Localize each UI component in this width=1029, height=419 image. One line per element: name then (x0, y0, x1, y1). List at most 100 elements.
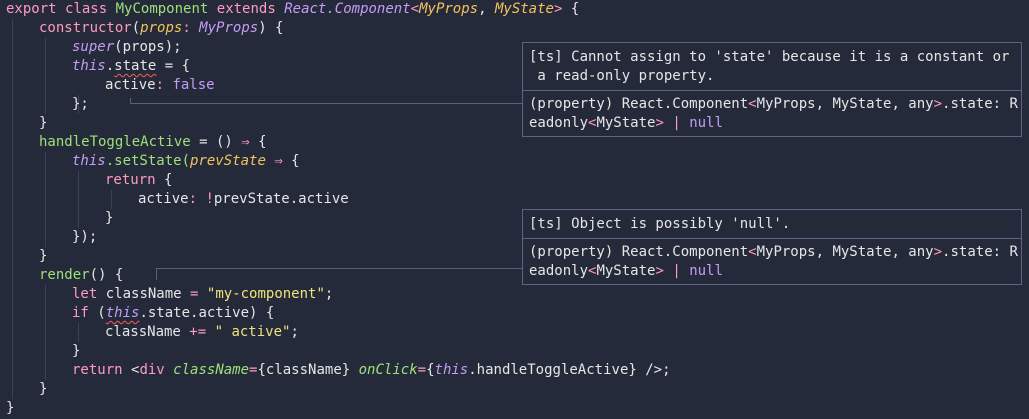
punctuation: ; (324, 286, 334, 302)
code-line: this.state = { (6, 57, 190, 76)
keyword: extends (216, 1, 276, 17)
tooltip-connector (156, 268, 522, 269)
parameter: prevState (190, 153, 266, 169)
punctuation: { (562, 1, 580, 17)
sig-text: MyState (596, 115, 656, 131)
tooltip-connector (156, 268, 157, 280)
code-line: } (6, 114, 47, 133)
code-text: .handleToggleActive} (468, 362, 637, 378)
error-message: [ts] Object is possibly 'null'. (529, 216, 791, 232)
sig-text: (property) React.Component (529, 96, 749, 112)
code-text: } (39, 381, 48, 397)
code-line: } (6, 380, 47, 399)
code-text: {className} (257, 362, 351, 378)
type-signature: (property) React.Component<MyProps, MySt… (523, 238, 1021, 285)
code-line: } (6, 342, 80, 361)
code-line: } (6, 209, 113, 228)
sig-null: null (689, 115, 723, 131)
sig-null: null (689, 263, 723, 279)
sig-punct: | (663, 115, 690, 131)
code-line: handleToggleActive = () ⇒ { (6, 133, 267, 152)
jsx-attribute: onClick (358, 362, 418, 378)
punctuation: : (188, 191, 206, 207)
code-text: }; (72, 96, 89, 112)
error-tooltip: [ts] Object is possibly 'null'. (propert… (522, 209, 1022, 285)
punctuation: { (155, 172, 173, 188)
punctuation: < (122, 362, 140, 378)
sig-punct: > (655, 263, 664, 279)
code-text: = () (190, 134, 242, 150)
punctuation: ; (290, 324, 299, 340)
punctuation: , (478, 1, 495, 17)
string-literal: "my-component" (206, 286, 325, 302)
code-text: .state.active) { (139, 305, 275, 321)
code-line: className += " active"; (6, 323, 299, 342)
code-line: return <div className = {className} onClic… (6, 361, 671, 380)
keyword: this (72, 58, 106, 74)
operator: = (417, 362, 427, 378)
code-line: } (6, 399, 14, 418)
method-name: render (39, 267, 90, 283)
property-name: active (138, 191, 189, 207)
sig-text: MyState (596, 263, 656, 279)
error-squiggle[interactable]: this (106, 305, 140, 321)
keyword: return (72, 362, 123, 378)
string-literal: " active" (214, 324, 291, 340)
code-text: () { (89, 267, 124, 283)
operator: += (189, 324, 207, 340)
method-name: handleToggleActive (39, 134, 191, 150)
sig-text: MyProps, MyState, any (756, 244, 934, 260)
code-line: constructor(props: MyProps) { (6, 19, 283, 38)
punctuation: . (105, 58, 115, 74)
code-text: (props); (114, 39, 182, 55)
punctuation: { (249, 134, 267, 150)
code-text: prevState.active (213, 191, 349, 207)
punctuation: { (426, 362, 435, 378)
type-arg: MyProps (419, 1, 479, 17)
type-name: React.Component (284, 1, 411, 17)
arrow-operator: ⇒ (274, 153, 283, 169)
code-editor[interactable]: export class MyComponent extends React.C… (0, 0, 1029, 419)
arrow-operator: ⇒ (241, 134, 250, 150)
punctuation: ( (131, 20, 141, 36)
code-text: }); (72, 229, 98, 245)
jsx-tag: div (139, 362, 165, 378)
keyword: this (434, 362, 469, 378)
jsx-attribute: className (173, 362, 250, 378)
type-arg: MyState (494, 1, 554, 17)
error-message: [ts] Cannot assign to 'state' because it… (529, 49, 1010, 84)
sig-punct: < (748, 96, 757, 112)
code-line: } (6, 247, 47, 266)
keyword: if (72, 305, 89, 321)
code-text: } (105, 210, 114, 226)
sig-punct: < (748, 244, 757, 260)
variable-name: className (105, 324, 190, 340)
code-line: super(props); (6, 38, 182, 57)
punctuation: : (182, 20, 200, 36)
type-signature: (property) React.Component<MyProps, MySt… (523, 90, 1021, 137)
sig-text: (property) React.Component (529, 244, 749, 260)
sig-punct: > (933, 96, 943, 112)
punctuation: < (410, 1, 420, 17)
keyword: return (105, 172, 156, 188)
class-name: MyComponent (115, 1, 209, 17)
type-name: MyProps (199, 20, 259, 36)
keyword: let (72, 286, 98, 302)
punctuation: { (282, 153, 300, 169)
code-line: this.setState(prevState ⇒ { (6, 152, 300, 171)
code-line: return { (6, 171, 172, 190)
punctuation: : (155, 77, 173, 93)
code-text: } (39, 248, 48, 264)
error-squiggle[interactable]: state (114, 58, 156, 74)
keyword: constructor (39, 20, 132, 36)
code-line: let className = "my-component"; (6, 285, 333, 304)
tooltip-connector (130, 103, 522, 104)
code-text: } (72, 343, 81, 359)
code-text: } (39, 115, 48, 131)
code-line: }; (6, 95, 89, 114)
variable-name: className (97, 286, 191, 302)
punctuation: ) { (258, 20, 284, 36)
